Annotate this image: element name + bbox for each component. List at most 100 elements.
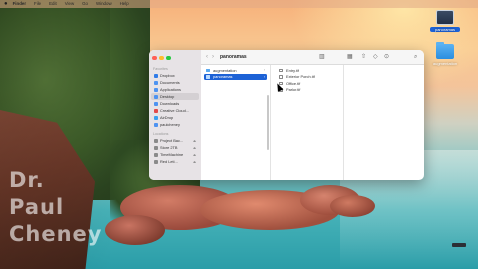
sidebar-item-location[interactable]: Project Bac... ⏏ [151,137,199,144]
folder-icon [436,42,454,59]
sidebar-item-airdrop[interactable]: AirDrop [151,114,199,121]
file-row[interactable]: Entry.tif [277,67,340,74]
folder-row[interactable]: augmentation › [204,67,267,74]
sidebar-item-label: Applications [160,87,181,92]
back-chevron-icon[interactable]: ‹ [206,54,208,60]
minimize-window-button[interactable] [159,55,164,61]
sidebar-item-label: Documents [160,80,180,85]
window-controls [149,53,201,63]
column-3 [347,65,424,180]
sidebar-item-icon [154,80,158,85]
scrollbar[interactable] [267,95,269,150]
sidebar-item-label: Store 2TB [160,145,178,150]
finder-sidebar: Favorites Dropbox Documents Applications De… [149,50,201,180]
eject-icon[interactable]: ⏏ [193,139,196,143]
watermark-line: Paul [9,195,65,219]
desktop-icon-panoramas[interactable]: panoramas [430,10,460,32]
drive-icon [154,138,158,143]
file-row[interactable]: Office.tif [277,80,340,87]
file-name: Office.tif [286,80,301,86]
tif-file-icon [279,75,283,79]
watermark: Dr. Paul Cheney [9,170,103,251]
folder-name: augmentation [213,67,237,73]
file-name: Parlor.tif [286,87,301,93]
sidebar-item-location[interactable]: Red Leti... ⏏ [151,158,199,165]
sidebar-item-location[interactable]: Store 2TB ⏏ [151,144,199,151]
menu-view[interactable]: View [65,0,74,8]
desktop-icon-label: panoramas [430,27,460,32]
menu-window[interactable]: Window [96,0,112,8]
folder-row[interactable]: panoramas › [204,73,267,80]
favorites-list: Dropbox Documents Applications Desktop Downl… [149,72,201,128]
sidebar-item-downloads[interactable]: Downloads [151,100,199,107]
sidebar-item-label: Desktop [160,94,175,99]
sidebar-item-desktop[interactable]: Desktop [151,93,199,100]
file-name: Entry.tif [286,67,299,73]
drive-icon [154,145,158,150]
menu-edit[interactable]: Edit [49,0,57,8]
column-2-list: Entry.tif Exterior Porch.tif Office.tif Par… [274,67,343,93]
eject-icon[interactable]: ⏏ [193,160,196,164]
folder-screen-icon [436,10,454,25]
view-columns-icon[interactable]: ▥ [319,54,325,60]
sidebar-item-label: TimeMachine [160,152,184,157]
menu-help[interactable]: Help [120,0,129,8]
sidebar-item-label: AirDrop [160,115,174,120]
watermark-line: Dr. [9,168,45,192]
sidebar-item-label: Project Bac... [160,138,184,143]
folder-icon [206,75,210,79]
file-name: Exterior Porch.tif [286,74,315,80]
sidebar-item-label: Creative Cloud... [160,108,189,113]
search-icon[interactable]: ⌕ [414,54,417,60]
file-row[interactable]: Parlor.tif [277,87,340,94]
window-title: panoramas [220,54,247,60]
sidebar-section-locations: Locations [153,132,169,136]
drive-icon [154,152,158,157]
desktop-icon-label: augmentation [432,61,458,66]
tif-file-icon [279,68,283,72]
menu-file[interactable]: File [34,0,41,8]
sidebar-item-applications[interactable]: Applications [151,86,199,93]
menu-go[interactable]: Go [82,0,88,8]
sidebar-item-icon [154,94,158,99]
more-actions-icon[interactable]: ⊙ [384,54,389,60]
sidebar-item-icon [154,73,158,78]
sidebar-item-documents[interactable]: Documents [151,79,199,86]
desktop-icon-augmentation[interactable]: augmentation [430,42,460,66]
column-1: augmentation › panoramas › [201,65,271,180]
folder-name: panoramas [213,74,233,80]
eject-icon[interactable]: ⏏ [193,146,196,150]
zoom-window-button[interactable] [166,55,171,61]
finder-window: Favorites Dropbox Documents Applications De… [149,50,424,180]
eject-icon[interactable]: ⏏ [193,153,196,157]
apple-menu-icon[interactable]: ● [4,0,8,8]
menu-app-finder[interactable]: Finder [13,0,26,8]
group-grid-icon[interactable]: ▦ [347,54,353,60]
sidebar-item-icon [154,115,158,120]
sidebar-item-icon [154,101,158,106]
share-icon[interactable]: ⇧ [361,54,366,60]
sidebar-item-icon [154,87,158,92]
close-window-button[interactable] [152,55,157,61]
sidebar-item-label: Dropbox [160,73,175,78]
column-2: Entry.tif Exterior Porch.tif Office.tif Par… [274,65,344,180]
sidebar-item-paulcheney[interactable]: paulcheney [151,121,199,128]
drive-icon [154,159,158,164]
sidebar-item-creative-cloud[interactable]: Creative Cloud... [151,107,199,114]
wallpaper-rock [105,215,165,245]
sidebar-item-label: paulcheney [160,122,180,127]
sidebar-item-label: Red Leti... [160,159,178,164]
sidebar-item-icon [154,122,158,127]
locations-list: Project Bac... ⏏ Store 2TB ⏏ TimeMachine ⏏ Red… [149,137,201,165]
sidebar-item-location[interactable]: TimeMachine ⏏ [151,151,199,158]
sidebar-item-dropbox[interactable]: Dropbox [151,72,199,79]
chevron-right-icon: › [263,68,265,73]
chevron-right-icon: › [263,74,265,79]
watermark-line: Cheney [9,222,103,246]
wallpaper-boat [452,243,466,247]
finder-toolbar: ‹ › panoramas ▥ ▦ ⇧ ◇ ⊙ ⌕ [201,50,424,65]
menu-bar: ● Finder File Edit View Go Window Help [0,0,478,8]
forward-chevron-icon[interactable]: › [212,54,214,60]
sidebar-section-favorites: Favorites [153,67,168,71]
tag-icon[interactable]: ◇ [373,54,378,60]
